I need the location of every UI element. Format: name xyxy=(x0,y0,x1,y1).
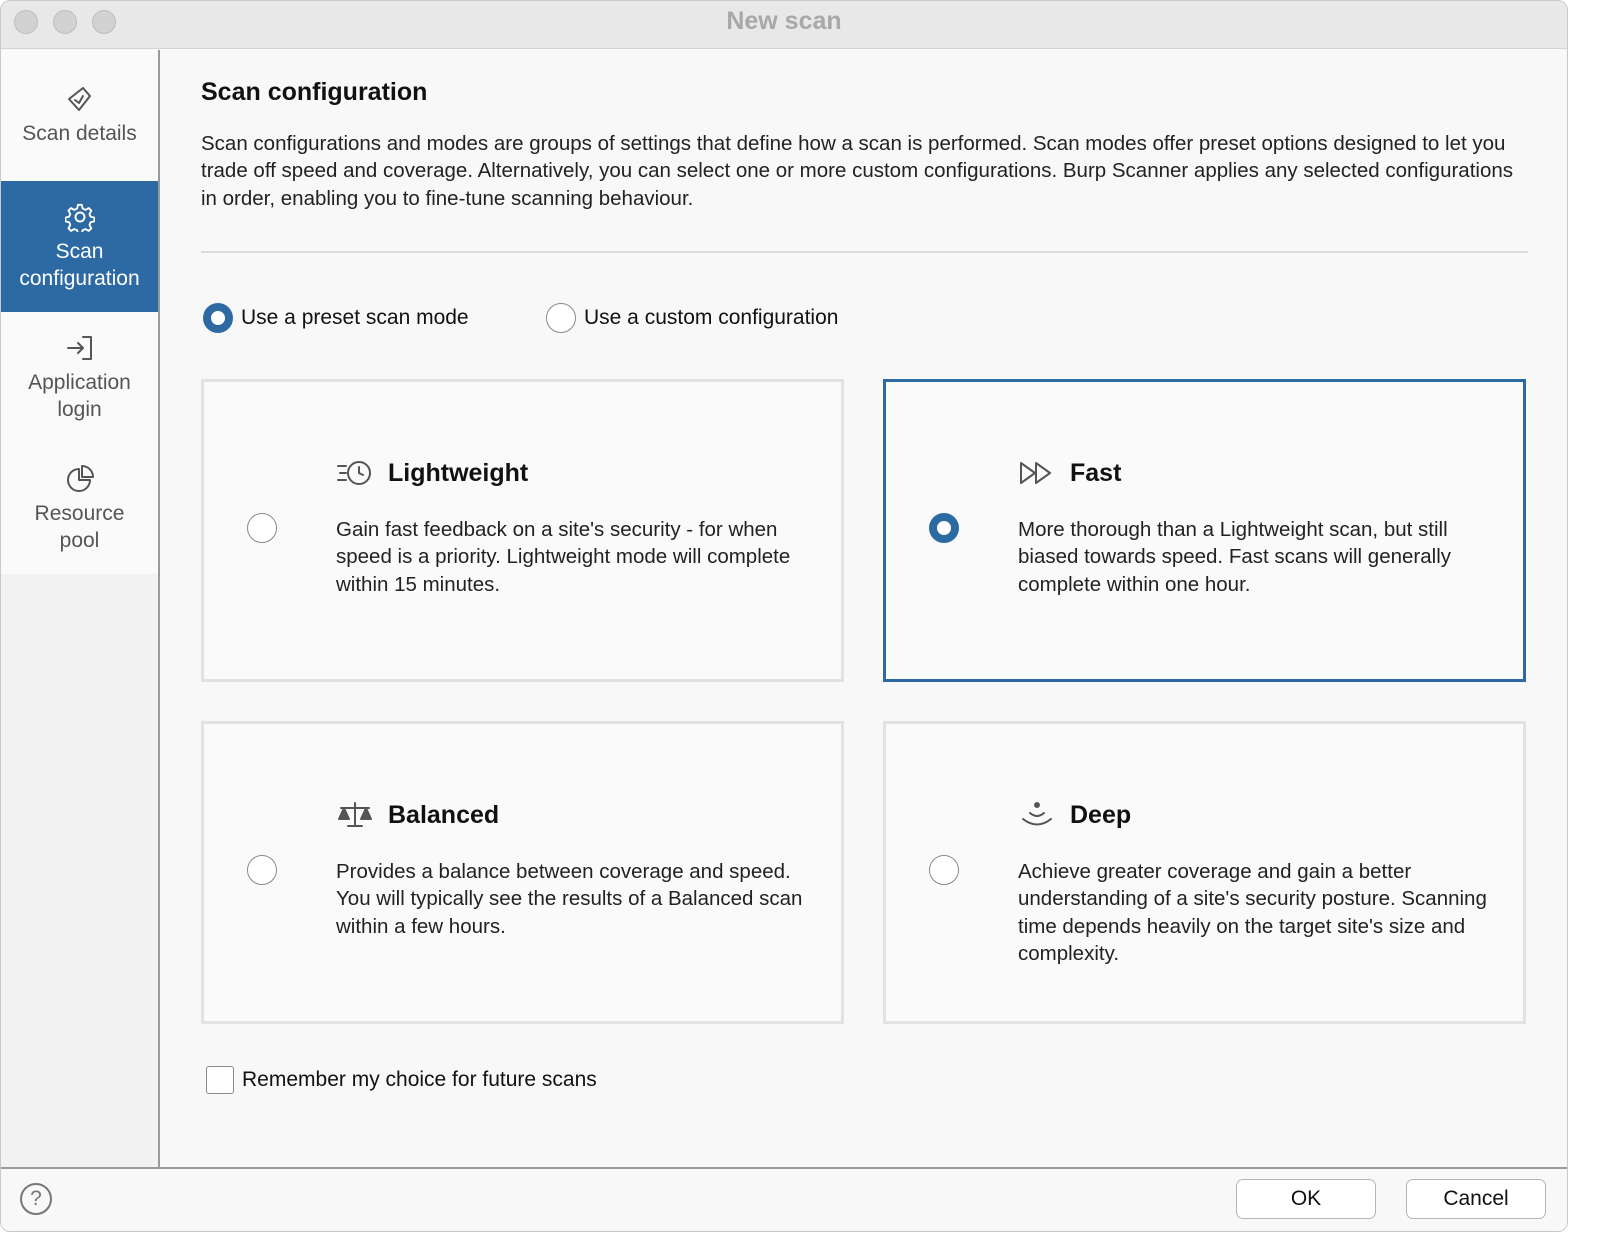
custom-config-radio[interactable] xyxy=(546,303,576,333)
divider xyxy=(201,251,1528,253)
balanced-radio[interactable] xyxy=(247,855,277,885)
fast-forward-icon xyxy=(1018,458,1056,488)
sidebar-item-label: Scan details xyxy=(22,122,137,145)
page-description: Scan configurations and modes are groups… xyxy=(201,132,1514,210)
card-deep[interactable]: Deep Achieve greater coverage and gain a… xyxy=(883,721,1526,1024)
custom-config-label: Use a custom configuration xyxy=(584,306,839,329)
card-title: Balanced xyxy=(388,800,500,829)
title-bar: New scan xyxy=(1,1,1567,49)
sidebar-item-label-line2: login xyxy=(57,397,102,421)
preset-mode-label: Use a preset scan mode xyxy=(241,306,469,329)
page-title: Scan configuration xyxy=(201,78,428,106)
mode-selector: Use a preset scan mode Use a custom conf… xyxy=(201,303,1001,337)
sidebar-item-label-line2: configuration xyxy=(19,266,140,290)
dialog-footer: ? OK Cancel xyxy=(1,1167,1567,1231)
fast-radio[interactable] xyxy=(929,513,959,543)
remember-choice-option[interactable]: Remember my choice for future scans xyxy=(206,1066,597,1094)
remember-choice-checkbox[interactable] xyxy=(206,1066,234,1094)
card-description: More thorough than a Lightweight scan, b… xyxy=(1018,518,1451,596)
card-description: Gain fast feedback on a site's security … xyxy=(336,518,791,596)
sidebar-item-scan-details[interactable]: Scan details xyxy=(1,50,158,181)
help-icon[interactable]: ? xyxy=(20,1183,52,1215)
deep-radio[interactable] xyxy=(929,855,959,885)
card-lightweight[interactable]: Lightweight Gain fast feedback on a site… xyxy=(201,379,844,682)
card-title: Lightweight xyxy=(388,458,529,487)
pie-chart-icon xyxy=(65,464,95,494)
sidebar-item-scan-configuration[interactable]: Scan configuration xyxy=(1,181,158,312)
sidebar-item-label-line2: pool xyxy=(59,528,100,552)
sidebar-item-resource-pool[interactable]: Resource pool xyxy=(1,443,158,574)
cancel-button[interactable]: Cancel xyxy=(1406,1179,1546,1219)
sidebar-item-label-line1: Application xyxy=(28,370,131,394)
preset-mode-option[interactable]: Use a preset scan mode xyxy=(203,303,469,333)
sidebar-item-application-login[interactable]: Application login xyxy=(1,312,158,443)
balance-scale-icon xyxy=(336,800,374,830)
timer-icon xyxy=(336,458,374,488)
new-scan-dialog: New scan Scan details Scan configuration… xyxy=(0,0,1568,1232)
card-balanced[interactable]: Balanced Provides a balance between cove… xyxy=(201,721,844,1024)
preset-mode-radio[interactable] xyxy=(203,303,233,333)
login-arrow-icon xyxy=(65,333,95,363)
ok-button[interactable]: OK xyxy=(1236,1179,1376,1219)
card-title: Deep xyxy=(1070,800,1132,829)
signal-waves-icon xyxy=(1018,800,1056,830)
card-description: Provides a balance between coverage and … xyxy=(336,860,803,938)
card-description: Achieve greater coverage and gain a bett… xyxy=(1018,860,1487,965)
custom-config-option[interactable]: Use a custom configuration xyxy=(546,303,838,333)
card-title: Fast xyxy=(1070,458,1122,487)
gear-icon xyxy=(64,202,95,235)
card-fast[interactable]: Fast More thorough than a Lightweight sc… xyxy=(883,379,1526,682)
window-title: New scan xyxy=(726,7,842,35)
sidebar-item-label-line1: Scan xyxy=(55,239,104,263)
sidebar: Scan details Scan configuration Applicat… xyxy=(1,50,160,1167)
remember-choice-label: Remember my choice for future scans xyxy=(242,1068,597,1091)
sidebar-item-label-line1: Resource xyxy=(34,501,125,525)
lightweight-radio[interactable] xyxy=(247,513,277,543)
scan-details-icon xyxy=(65,84,95,114)
